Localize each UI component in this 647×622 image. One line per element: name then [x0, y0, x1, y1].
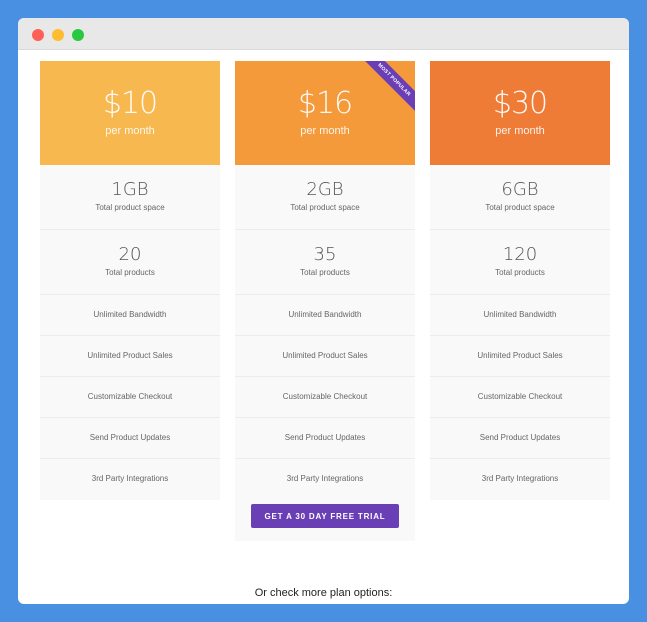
pricing-card-basic: $10 per month 1GB Total product space 20… — [40, 61, 220, 500]
feature-item: Unlimited Bandwidth — [40, 295, 220, 336]
storage-label: Total product space — [485, 203, 555, 212]
storage-label: Total product space — [95, 203, 165, 212]
products-value: 20 — [118, 244, 142, 265]
close-window-button[interactable] — [32, 29, 44, 41]
storage-value: 6GB — [501, 179, 539, 200]
feature-item: Send Product Updates — [40, 418, 220, 459]
free-trial-button[interactable]: GET A 30 DAY FREE TRIAL — [251, 504, 399, 528]
maximize-window-button[interactable] — [72, 29, 84, 41]
products-label: Total products — [495, 268, 545, 277]
products-label: Total products — [300, 268, 350, 277]
feature-item: Customizable Checkout — [430, 377, 610, 418]
pricing-card-header: $10 per month — [40, 61, 220, 165]
feature-item: Unlimited Product Sales — [235, 336, 415, 377]
products-value: 35 — [313, 244, 337, 265]
browser-window: $10 per month 1GB Total product space 20… — [18, 18, 629, 604]
products-row: 20 Total products — [40, 230, 220, 295]
feature-item: 3rd Party Integrations — [481, 474, 559, 483]
plan-period: per month — [300, 125, 350, 137]
plan-period: per month — [105, 125, 155, 137]
products-row: 35 Total products — [235, 230, 415, 295]
storage-row: 6GB Total product space — [430, 165, 610, 230]
storage-value: 1GB — [111, 179, 149, 200]
feature-item: Unlimited Product Sales — [430, 336, 610, 377]
plan-price: $10 — [102, 86, 158, 121]
feature-item: Unlimited Bandwidth — [430, 295, 610, 336]
plan-price: $16 — [297, 86, 353, 121]
storage-row: 1GB Total product space — [40, 165, 220, 230]
plan-price: $30 — [492, 86, 548, 121]
feature-item: Send Product Updates — [430, 418, 610, 459]
storage-label: Total product space — [290, 203, 360, 212]
pricing-card-premium: $30 per month 6GB Total product space 12… — [430, 61, 610, 500]
feature-item: 3rd Party Integrations — [286, 474, 364, 483]
products-label: Total products — [105, 268, 155, 277]
products-value: 120 — [502, 244, 538, 265]
feature-item: Customizable Checkout — [235, 377, 415, 418]
feature-item: 3rd Party Integrations — [91, 474, 169, 483]
window-titlebar — [18, 18, 629, 50]
more-plan-options-text: Or check more plan options: — [254, 587, 393, 599]
plan-period: per month — [495, 125, 545, 137]
feature-item: Unlimited Bandwidth — [235, 295, 415, 336]
pricing-card-header: $30 per month — [430, 61, 610, 165]
pricing-card-header: MOST POPULAR $16 per month — [235, 61, 415, 165]
minimize-window-button[interactable] — [52, 29, 64, 41]
feature-item: Customizable Checkout — [40, 377, 220, 418]
storage-value: 2GB — [306, 179, 344, 200]
feature-item: Unlimited Product Sales — [40, 336, 220, 377]
pricing-card-popular: MOST POPULAR $16 per month 2GB Total pro… — [235, 61, 415, 541]
products-row: 120 Total products — [430, 230, 610, 295]
feature-item: Send Product Updates — [235, 418, 415, 459]
storage-row: 2GB Total product space — [235, 165, 415, 230]
